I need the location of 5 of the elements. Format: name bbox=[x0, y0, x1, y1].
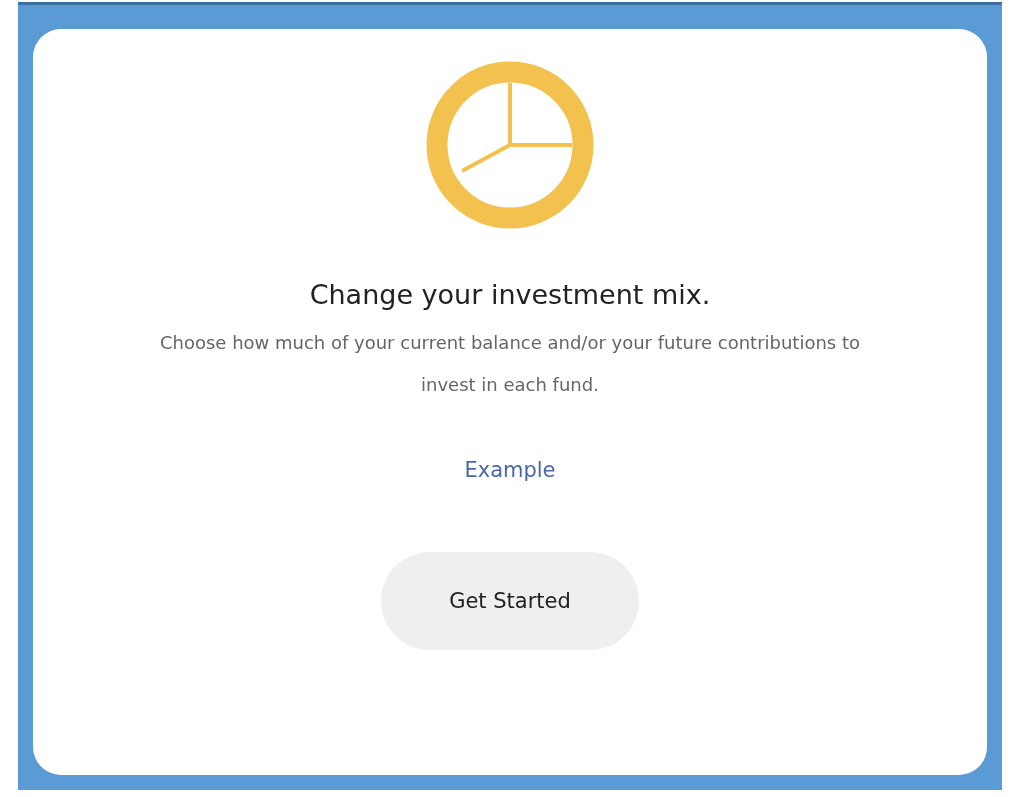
title: Change your investment mix. bbox=[309, 279, 711, 310]
example-link[interactable]: Example bbox=[464, 458, 556, 482]
get-started-button[interactable]: Get Started bbox=[381, 552, 639, 650]
description: Choose how much of your current balance and/or your future contributions to invest in each fund. bbox=[158, 331, 862, 397]
pie-chart-icon bbox=[426, 61, 594, 229]
